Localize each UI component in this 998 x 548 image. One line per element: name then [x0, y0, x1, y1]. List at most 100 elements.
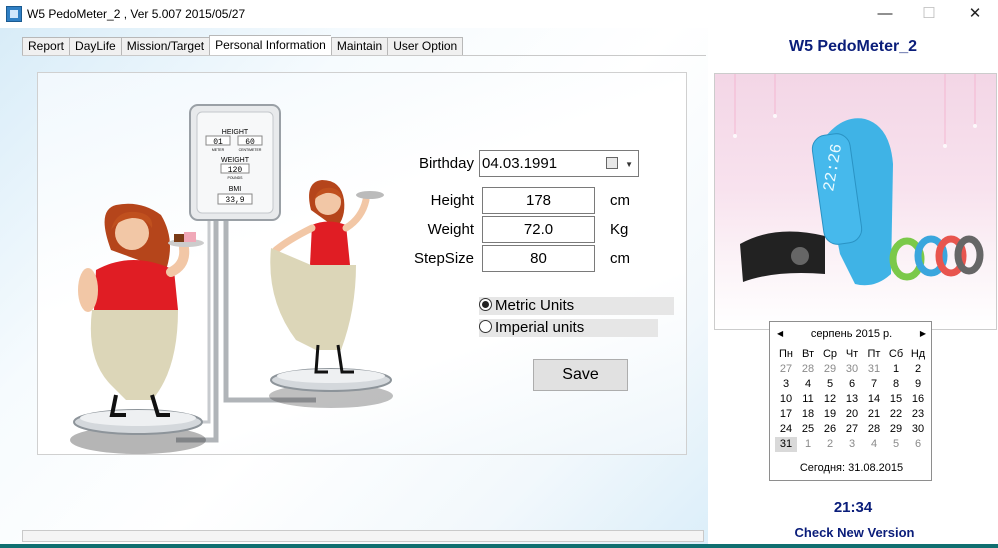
calendar-month-title[interactable]: серпень 2015 р.: [811, 328, 892, 340]
weight-caption: WEIGHT: [221, 157, 250, 164]
radio-checked-icon: [479, 298, 492, 311]
month-calendar[interactable]: ◀ серпень 2015 р. ▶ Пн Вт Ср Чт Пт Сб Нд…: [769, 321, 932, 481]
calendar-day[interactable]: 10: [775, 392, 797, 407]
weight-label: Weight: [427, 221, 474, 238]
calendar-day[interactable]: 5: [885, 437, 907, 452]
stepsize-unit: cm: [610, 250, 630, 267]
calendar-day[interactable]: 15: [885, 392, 907, 407]
calendar-day[interactable]: 11: [797, 392, 819, 407]
calendar-day[interactable]: 20: [841, 407, 863, 422]
calendar-day[interactable]: 7: [863, 377, 885, 392]
chevron-down-icon[interactable]: ▼: [625, 152, 633, 177]
calendar-day[interactable]: 14: [863, 392, 885, 407]
height-label: Height: [430, 192, 474, 209]
calendar-day[interactable]: 19: [819, 407, 841, 422]
imperial-units-radio[interactable]: Imperial units: [479, 319, 658, 337]
calendar-today-label[interactable]: Сегодня: 31.08.2015: [770, 462, 933, 474]
birthday-label: Birthday: [418, 155, 474, 172]
calendar-day[interactable]: 6: [907, 437, 929, 452]
height-input[interactable]: 178: [482, 187, 595, 214]
calendar-day[interactable]: 30: [907, 422, 929, 437]
calendar-day[interactable]: 27: [841, 422, 863, 437]
weight-unit: Kg: [610, 221, 629, 238]
weight-input[interactable]: 72.0: [482, 216, 595, 243]
calendar-day[interactable]: 31: [863, 362, 885, 377]
weight-unit: POUNDS: [228, 176, 244, 180]
tab-personal-information[interactable]: Personal Information: [209, 35, 331, 56]
weekday-label: Вт: [801, 348, 814, 360]
calendar-week-row: 27 28 29 30 31 1 2: [775, 362, 929, 377]
calendar-day[interactable]: 5: [819, 377, 841, 392]
calendar-week-row: 17 18 19 20 21 22 23: [775, 407, 929, 422]
calendar-day[interactable]: 21: [863, 407, 885, 422]
birthday-date-picker[interactable]: 04.03.1991 ▼: [479, 150, 639, 177]
calendar-day[interactable]: 26: [819, 422, 841, 437]
calendar-day[interactable]: 3: [841, 437, 863, 452]
metric-units-radio[interactable]: Metric Units: [479, 297, 674, 315]
calendar-day[interactable]: 2: [907, 362, 929, 377]
calendar-grid: Пн Вт Ср Чт Пт Сб Нд 27 28 29 30 31 1 2 3 4 5 6 7 8 9…: [775, 347, 929, 452]
window-title: W5 PedoMeter_2 , Ver 5.007 2015/05/27: [27, 7, 246, 21]
calendar-weekday-row: Пн Вт Ср Чт Пт Сб Нд: [775, 347, 929, 362]
calendar-day[interactable]: 29: [885, 422, 907, 437]
calendar-day[interactable]: 2: [819, 437, 841, 452]
woman-before-figure: [78, 203, 204, 417]
tab-report[interactable]: Report: [22, 37, 70, 56]
calendar-day[interactable]: 28: [797, 362, 819, 377]
calendar-icon[interactable]: [606, 157, 618, 169]
title-bar: W5 PedoMeter_2 , Ver 5.007 2015/05/27 — …: [0, 0, 998, 28]
taskbar-strip: [0, 544, 998, 548]
weekday-label: Пт: [867, 348, 881, 360]
calendar-day[interactable]: 9: [907, 377, 929, 392]
calendar-day[interactable]: 22: [885, 407, 907, 422]
clock-time: 21:34: [833, 499, 873, 516]
calendar-day[interactable]: 1: [797, 437, 819, 452]
calendar-day[interactable]: 25: [797, 422, 819, 437]
close-button[interactable]: ✕: [952, 0, 998, 28]
chevron-right-icon[interactable]: ▶: [920, 326, 926, 342]
bmi-caption: BMI: [229, 186, 242, 193]
calendar-day[interactable]: 18: [797, 407, 819, 422]
height-caption: HEIGHT: [222, 129, 249, 136]
calendar-day[interactable]: 23: [907, 407, 929, 422]
metric-units-label: Metric Units: [495, 297, 575, 314]
bmi-digits: 33,9: [225, 196, 244, 205]
calendar-day[interactable]: 29: [819, 362, 841, 377]
calendar-day[interactable]: 3: [775, 377, 797, 392]
calendar-day[interactable]: 4: [797, 377, 819, 392]
calendar-day[interactable]: 8: [885, 377, 907, 392]
woman-after-figure: [270, 180, 384, 374]
calendar-day[interactable]: 28: [863, 422, 885, 437]
calendar-day[interactable]: 4: [863, 437, 885, 452]
weekday-label: Пн: [779, 348, 793, 360]
calendar-day[interactable]: 16: [907, 392, 929, 407]
side-panel: W5 PedoMeter_2 22:26 ◀ серпень 2015 р. ▶…: [708, 28, 998, 544]
calendar-day[interactable]: 12: [819, 392, 841, 407]
calendar-day[interactable]: 30: [841, 362, 863, 377]
calendar-day[interactable]: 1: [885, 362, 907, 377]
stepsize-input[interactable]: 80: [482, 245, 595, 272]
calendar-day[interactable]: 31: [775, 437, 797, 452]
product-image: 22:26: [714, 73, 997, 330]
minimize-button[interactable]: —: [862, 0, 908, 28]
tab-maintain[interactable]: Maintain: [330, 37, 388, 56]
maximize-button[interactable]: ☐: [906, 0, 952, 28]
tab-bar: Report DayLife Mission/Target Personal I…: [22, 35, 464, 56]
chevron-left-icon[interactable]: ◀: [777, 326, 783, 342]
status-bar: [22, 530, 704, 542]
calendar-day[interactable]: 27: [775, 362, 797, 377]
calendar-day[interactable]: 17: [775, 407, 797, 422]
app-name-heading: W5 PedoMeter_2: [788, 38, 918, 55]
tab-mission-target[interactable]: Mission/Target: [120, 37, 210, 56]
calendar-week-row: 3456789: [775, 377, 929, 392]
calendar-day[interactable]: 24: [775, 422, 797, 437]
tab-user-option[interactable]: User Option: [387, 37, 464, 56]
calendar-day[interactable]: 6: [841, 377, 863, 392]
calendar-day[interactable]: 13: [841, 392, 863, 407]
height-meter-digits: 01: [213, 138, 223, 147]
check-new-version-button[interactable]: Check New Version: [713, 523, 996, 543]
stepsize-label: StepSize: [413, 250, 474, 267]
save-button[interactable]: Save: [533, 359, 628, 391]
tab-daylife[interactable]: DayLife: [69, 37, 121, 56]
tab-divider: [22, 55, 706, 56]
